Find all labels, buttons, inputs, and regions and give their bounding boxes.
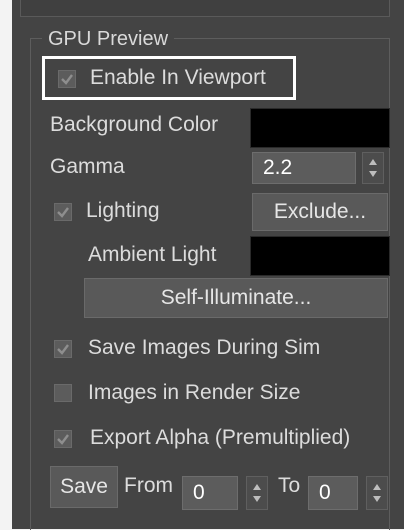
save-images-label: Save Images During Sim — [88, 336, 321, 359]
to-spinner[interactable] — [366, 476, 388, 510]
spinner-arrows-icon — [373, 484, 381, 502]
render-size-checkbox[interactable] — [54, 384, 72, 402]
spinner-arrows-icon — [253, 484, 261, 502]
spinner-arrows-icon — [369, 159, 377, 177]
to-input[interactable]: 0 — [308, 476, 358, 510]
from-label: From — [124, 474, 173, 497]
gamma-spinner[interactable] — [362, 152, 384, 184]
checkmark-icon — [57, 207, 69, 218]
previous-rollout-edge — [20, 0, 390, 17]
save-images-checkbox[interactable] — [54, 340, 72, 358]
ambient-light-label: Ambient Light — [88, 243, 217, 266]
gamma-input[interactable]: 2.2 — [252, 152, 356, 184]
from-spinner[interactable] — [246, 476, 268, 510]
gamma-label: Gamma — [50, 155, 125, 178]
to-label: To — [278, 474, 301, 497]
self-illuminate-button[interactable]: Self-Illuminate... — [84, 278, 388, 318]
background-color-label: Background Color — [50, 113, 219, 136]
group-title: GPU Preview — [42, 28, 175, 50]
export-alpha-checkbox[interactable] — [54, 430, 72, 448]
enable-viewport-checkbox[interactable] — [58, 70, 76, 88]
from-input[interactable]: 0 — [182, 476, 238, 510]
export-alpha-label: Export Alpha (Premultiplied) — [90, 426, 351, 449]
lighting-label: Lighting — [86, 199, 160, 222]
ambient-light-swatch[interactable] — [250, 236, 390, 276]
checkmark-icon — [57, 434, 69, 445]
checkmark-icon — [61, 74, 73, 85]
background-color-swatch[interactable] — [250, 108, 390, 148]
enable-viewport-label: Enable In Viewport — [90, 66, 266, 89]
render-size-label: Images in Render Size — [88, 381, 301, 404]
checkmark-icon — [57, 344, 69, 355]
save-button[interactable]: Save — [50, 466, 118, 508]
lighting-checkbox[interactable] — [54, 203, 72, 221]
exclude-button[interactable]: Exclude... — [252, 193, 388, 231]
